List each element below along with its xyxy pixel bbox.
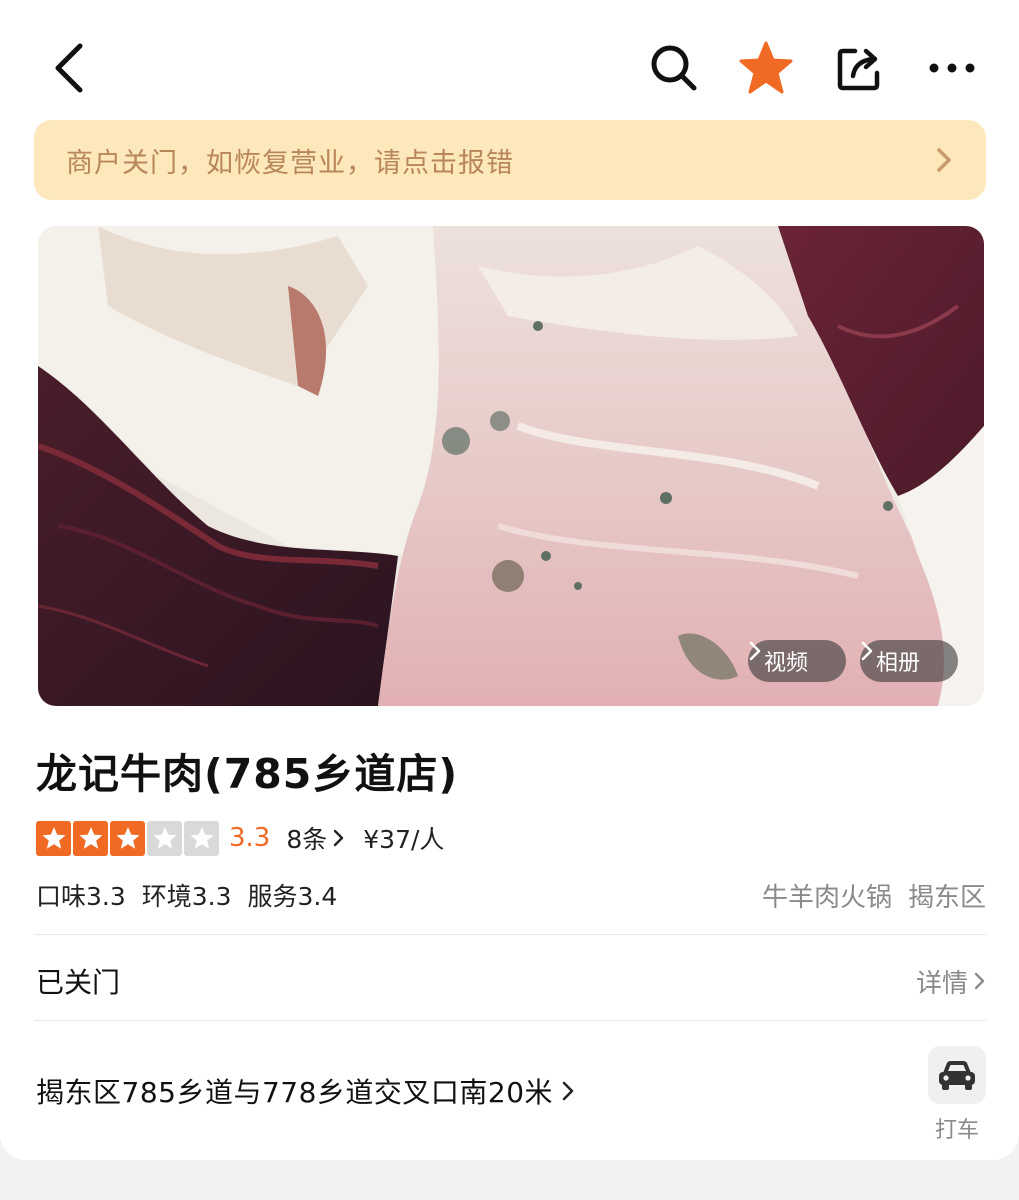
chevron-right-icon — [861, 641, 873, 661]
top-nav-bar — [0, 0, 1019, 120]
rating-score: 3.3 — [229, 823, 271, 853]
album-label: 相册 — [876, 651, 921, 676]
more-icon — [929, 63, 975, 73]
more-button[interactable] — [922, 38, 982, 98]
share-icon — [837, 48, 880, 91]
share-button[interactable] — [830, 38, 890, 98]
shop-address: 揭东区785乡道与778乡道交叉口南20米 — [36, 1076, 554, 1109]
business-hours-row[interactable]: 已关门 详情 — [36, 958, 986, 1004]
taxi-label: 打车 — [934, 1118, 979, 1143]
meat-photo-image — [38, 226, 984, 706]
chevron-right-icon — [562, 1081, 574, 1101]
favorite-button[interactable] — [734, 38, 798, 98]
service-score: 服务3.4 — [247, 882, 338, 911]
category-tag[interactable]: 牛羊肉火锅 — [762, 877, 892, 914]
rating-row: 3.3 8条 ¥37/人 — [36, 818, 444, 858]
search-icon — [651, 45, 697, 91]
environment-score: 环境3.3 — [141, 882, 232, 911]
details-label: 详情 — [915, 968, 968, 999]
car-icon — [939, 1061, 975, 1090]
chevron-right-icon — [974, 972, 985, 990]
back-button[interactable] — [40, 38, 96, 98]
video-button[interactable]: 视频 — [748, 640, 846, 682]
taste-score: 口味3.3 — [36, 882, 126, 911]
video-label: 视频 — [764, 651, 809, 676]
star-filled-icon — [36, 820, 71, 856]
star-empty-icon — [147, 820, 182, 856]
favorite-star-icon — [739, 41, 793, 94]
shop-photo[interactable]: 视频 相册 — [38, 226, 984, 706]
address-row[interactable]: 揭东区785乡道与778乡道交叉口南20米 — [36, 1066, 636, 1116]
shop-name: 龙记牛肉(785乡道店) — [36, 750, 459, 798]
album-button[interactable]: 相册 — [860, 640, 958, 682]
shop-detail-card: 商户关门，如恢复营业，请点击报错 视频 相册 龙记牛肉(785乡道店) 3.3 … — [0, 0, 1019, 1160]
taxi-icon-box — [928, 1046, 986, 1104]
chevron-right-icon — [334, 829, 344, 847]
notice-text: 商户关门，如恢复营业，请点击报错 — [66, 147, 514, 179]
closed-notice-banner[interactable]: 商户关门，如恢复营业，请点击报错 — [34, 120, 986, 200]
divider — [34, 1020, 986, 1021]
business-status: 已关门 — [36, 966, 121, 999]
taxi-button[interactable]: 打车 — [926, 1046, 988, 1143]
subscores: 口味3.3 环境3.3 服务3.4 — [36, 877, 337, 913]
divider — [34, 934, 986, 935]
review-count-link[interactable]: 8条 — [286, 820, 345, 856]
search-button[interactable] — [644, 38, 704, 98]
subscore-row: 口味3.3 环境3.3 服务3.4 牛羊肉火锅 揭东区 — [36, 875, 986, 915]
star-filled-icon — [110, 820, 145, 856]
chevron-right-icon — [749, 641, 761, 661]
details-link[interactable]: 详情 — [916, 963, 986, 1000]
star-filled-icon — [73, 820, 108, 856]
review-count: 8条 — [286, 825, 328, 854]
star-rating — [36, 820, 219, 856]
district-tag[interactable]: 揭东区 — [908, 877, 986, 914]
chevron-right-icon — [937, 148, 951, 172]
back-icon — [55, 43, 83, 93]
price-per-person: ¥37/人 — [363, 825, 445, 854]
star-empty-icon — [184, 820, 219, 856]
category-tags: 牛羊肉火锅 揭东区 — [762, 877, 986, 914]
